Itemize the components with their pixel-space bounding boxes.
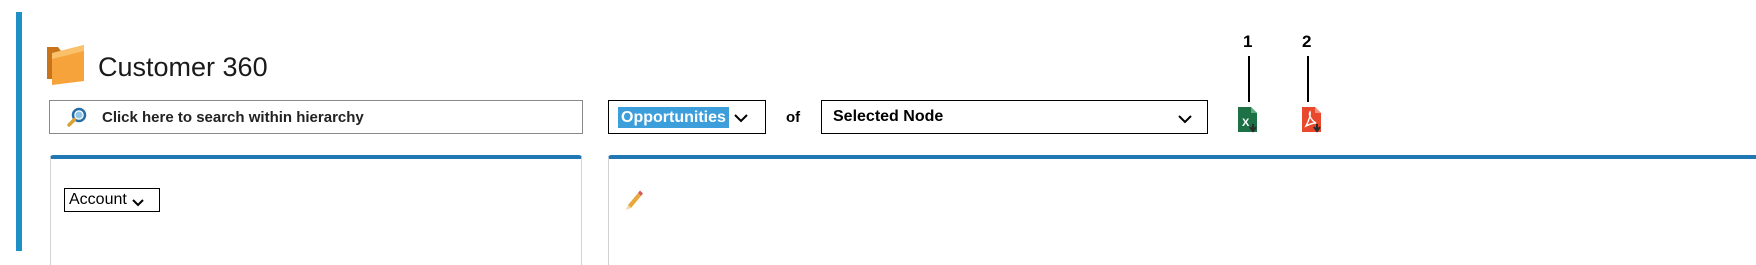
pencil-icon[interactable] bbox=[622, 185, 648, 211]
object-type-value: Opportunities bbox=[618, 106, 729, 128]
account-type-select[interactable]: Account bbox=[64, 188, 160, 212]
account-type-value: Account bbox=[69, 191, 127, 208]
chevron-down-icon bbox=[131, 195, 145, 206]
annotation-marker-1: 1 bbox=[1243, 32, 1253, 51]
annotation-line-2 bbox=[1307, 56, 1309, 102]
node-scope-select[interactable]: Selected Node bbox=[821, 100, 1208, 134]
hierarchy-search-input[interactable]: Click here to search within hierarchy bbox=[49, 100, 583, 134]
chevron-down-icon bbox=[1177, 112, 1193, 124]
left-accent-bar bbox=[16, 12, 22, 251]
search-placeholder: Click here to search within hierarchy bbox=[102, 108, 364, 126]
folder-icon bbox=[44, 41, 88, 87]
chevron-down-icon bbox=[733, 111, 749, 123]
object-type-select[interactable]: Opportunities bbox=[608, 100, 766, 134]
page-title: Customer 360 bbox=[98, 51, 268, 82]
details-panel bbox=[608, 155, 1756, 265]
of-label: of bbox=[786, 109, 801, 126]
annotation-line-1 bbox=[1248, 56, 1250, 102]
annotation-marker-2: 2 bbox=[1302, 32, 1312, 51]
node-scope-value: Selected Node bbox=[833, 108, 944, 125]
pdf-export-icon[interactable] bbox=[1300, 106, 1326, 134]
page-header: Customer 360 bbox=[44, 38, 268, 90]
excel-export-icon[interactable]: X bbox=[1236, 106, 1262, 134]
svg-text:X: X bbox=[1242, 117, 1250, 129]
search-icon bbox=[66, 106, 88, 128]
